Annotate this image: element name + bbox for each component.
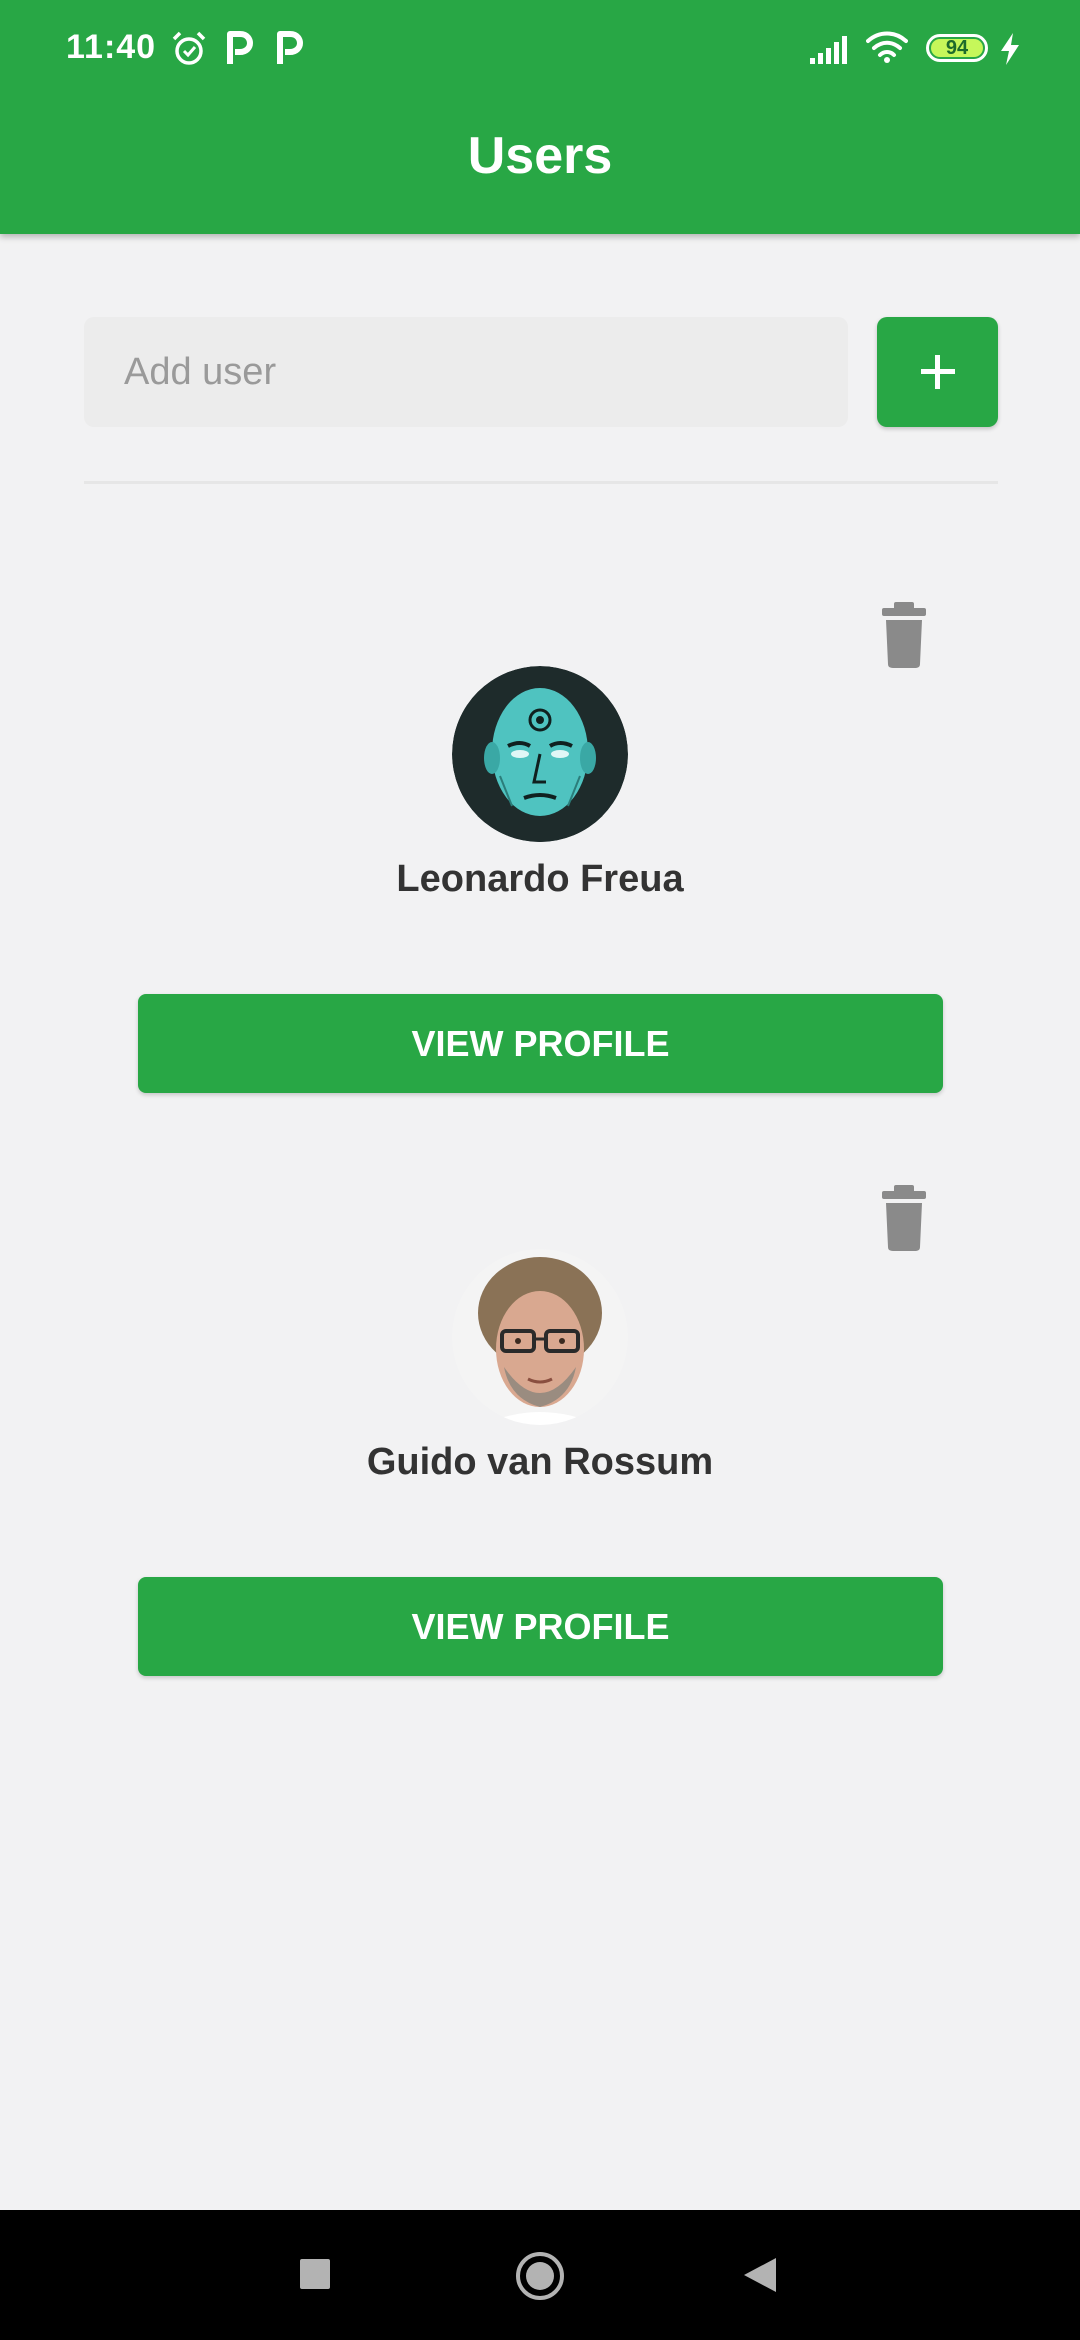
add-user-button[interactable]	[877, 317, 998, 427]
plus-icon	[920, 355, 955, 389]
navigation-bar	[0, 2210, 1080, 2340]
user-card: Leonardo Freua VIEW PROFILE	[0, 580, 1080, 1100]
trash-icon	[882, 1185, 926, 1251]
charging-icon	[998, 32, 1022, 71]
parking-icon	[274, 30, 304, 71]
add-user-input[interactable]	[84, 317, 848, 427]
photo-face-avatar	[452, 1249, 628, 1425]
status-time: 11:40	[66, 28, 157, 66]
divider	[84, 481, 998, 484]
view-profile-button[interactable]: VIEW PROFILE	[138, 994, 943, 1093]
user-avatar	[452, 666, 628, 842]
back-triangle-icon[interactable]	[742, 2256, 778, 2299]
app-bar: 11:40 94 Users	[0, 0, 1080, 234]
view-profile-button[interactable]: VIEW PROFILE	[138, 1577, 943, 1676]
user-name: Guido van Rossum	[366, 1441, 714, 1483]
page-title: Users	[467, 127, 613, 185]
recents-square-icon[interactable]	[298, 2257, 332, 2296]
delete-user-button[interactable]	[874, 600, 934, 670]
wifi-icon	[866, 30, 908, 69]
alarm-icon	[170, 30, 208, 73]
signal-icon	[810, 34, 852, 69]
user-name: Leonardo Freua	[396, 858, 684, 900]
trash-icon	[882, 602, 926, 668]
user-avatar	[452, 1249, 628, 1425]
parking-icon	[224, 30, 254, 71]
user-card: Guido van Rossum VIEW PROFILE	[0, 1163, 1080, 1683]
battery-icon: 94	[926, 34, 988, 62]
home-circle-icon[interactable]	[514, 2250, 566, 2307]
battery-level: 94	[945, 37, 969, 59]
illustrated-face-avatar	[452, 666, 628, 842]
status-bar: 11:40 94	[0, 0, 1080, 100]
delete-user-button[interactable]	[874, 1183, 934, 1253]
